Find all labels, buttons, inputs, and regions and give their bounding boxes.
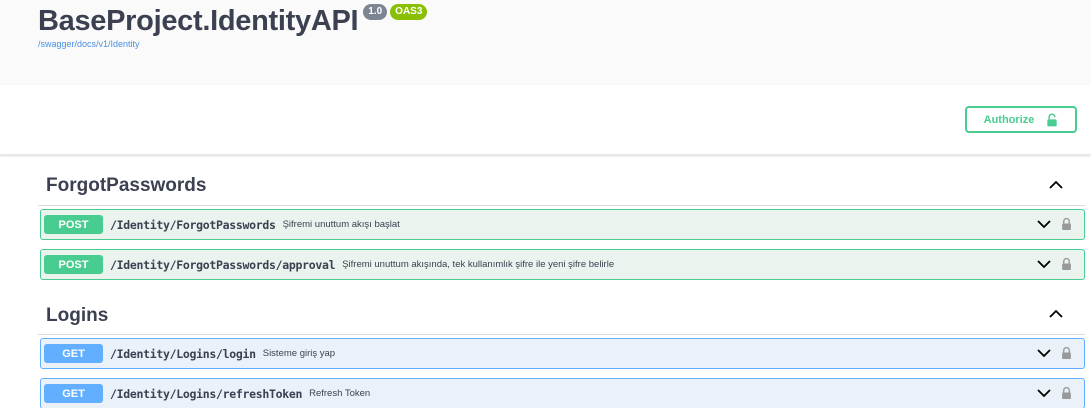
operation-icons [1037, 346, 1072, 360]
tag-header[interactable]: ForgotPasswords [38, 155, 1085, 206]
api-info: BaseProject.IdentityAPI 1.0 OAS3 /swagge… [0, 0, 1091, 85]
operation-summary: Refresh Token [309, 388, 371, 399]
authorize-button[interactable]: Authorize [965, 106, 1077, 133]
chevron-up-icon[interactable] [1049, 309, 1063, 319]
tag-section-forgotpasswords: ForgotPasswords POST /Identity/ForgotPas… [38, 155, 1091, 280]
title-row: BaseProject.IdentityAPI 1.0 OAS3 [38, 4, 1091, 38]
operation-summary: Sisteme giriş yap [262, 348, 336, 359]
chevron-down-icon[interactable] [1037, 388, 1051, 398]
method-badge: POST [44, 255, 103, 274]
chevron-down-icon[interactable] [1037, 219, 1051, 229]
tag-header[interactable]: Logins [38, 289, 1085, 335]
operation-icons [1037, 386, 1072, 400]
tag-section-logins: Logins GET /Identity/Logins/login Sistem… [38, 289, 1091, 408]
lock-icon[interactable] [1061, 257, 1072, 271]
lock-icon[interactable] [1061, 386, 1072, 400]
chevron-up-icon[interactable] [1049, 180, 1063, 190]
operation-path: /Identity/ForgotPasswords [110, 217, 276, 232]
operation-row[interactable]: GET /Identity/Logins/login Sisteme giriş… [40, 338, 1085, 369]
authorize-label: Authorize [983, 113, 1035, 126]
method-badge: GET [44, 384, 103, 403]
operation-icons [1037, 257, 1072, 271]
operations-content: ForgotPasswords POST /Identity/ForgotPas… [0, 155, 1091, 408]
operation-path: /Identity/Logins/login [110, 346, 256, 361]
api-title: BaseProject.IdentityAPI [38, 5, 359, 37]
tag-title: Logins [46, 304, 109, 326]
operation-summary: Şifremi unuttum akışında, tek kullanımlı… [342, 259, 615, 270]
operation-icons [1037, 217, 1072, 231]
chevron-down-icon[interactable] [1037, 259, 1051, 269]
operation-row[interactable]: POST /Identity/ForgotPasswords Şifremi u… [40, 209, 1085, 240]
operation-summary: Şifremi unuttum akışı başlat [282, 219, 400, 230]
method-badge: POST [44, 215, 103, 234]
operation-row[interactable]: GET /Identity/Logins/refreshToken Refres… [40, 378, 1085, 408]
lock-icon[interactable] [1061, 346, 1072, 360]
unlock-icon [1047, 113, 1058, 126]
operation-row[interactable]: POST /Identity/ForgotPasswords/approval … [40, 249, 1085, 280]
operation-path: /Identity/ForgotPasswords/approval [110, 257, 336, 272]
version-badge: 1.0 [363, 4, 388, 20]
chevron-down-icon[interactable] [1037, 348, 1051, 358]
operation-path: /Identity/Logins/refreshToken [110, 386, 303, 401]
lock-icon[interactable] [1061, 217, 1072, 231]
oas-badge: OAS3 [390, 4, 428, 20]
spec-url-link[interactable]: /swagger/docs/v1/Identity [38, 39, 1091, 49]
tag-title: ForgotPasswords [46, 175, 207, 196]
scheme-container: Authorize [0, 85, 1091, 155]
method-badge: GET [44, 344, 103, 363]
